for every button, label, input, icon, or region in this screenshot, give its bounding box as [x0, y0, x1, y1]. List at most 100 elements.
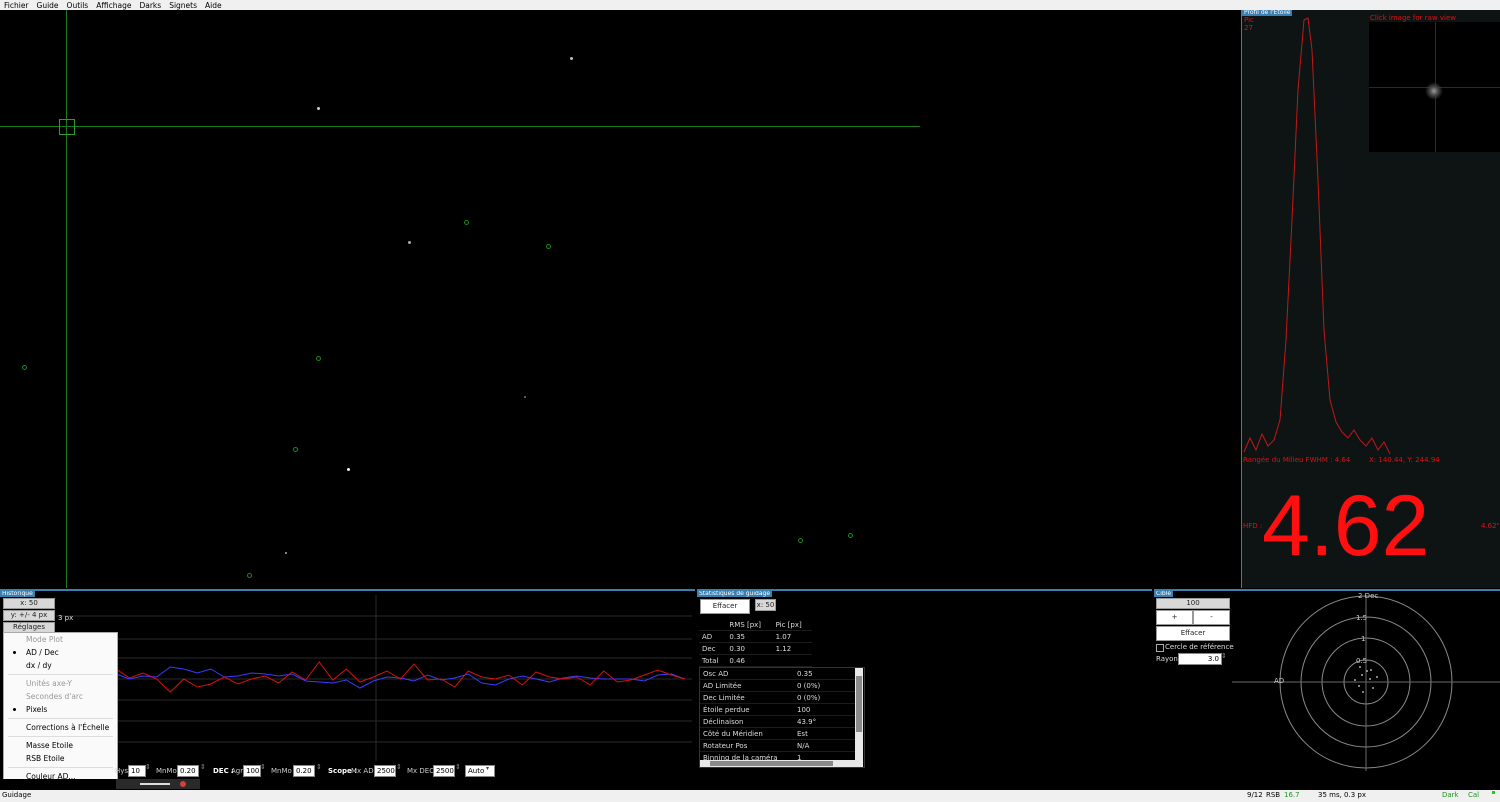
zoom-value[interactable]: 100 [1156, 598, 1230, 609]
ring-label: 1 [1361, 635, 1366, 643]
menu-item-label: Couleur AD... [26, 772, 76, 779]
star [570, 57, 573, 60]
hfd-label: HFD : [1243, 522, 1263, 530]
dec-axis-label: 2 Dec [1358, 592, 1379, 600]
menu-bar: Fichier Guide Outils Affichage Darks Sig… [0, 0, 1500, 10]
menu-item[interactable]: AD / Dec [4, 646, 117, 659]
mnmo-ra-input[interactable]: 0.20 [177, 765, 199, 777]
menu-item-label: Secondes d'arc [26, 692, 83, 701]
menu-item[interactable]: Couleur AD... [4, 770, 117, 779]
table-row: AD 0.35 1.07 [699, 630, 812, 643]
dec-trace [115, 661, 686, 693]
candidate-star [247, 573, 252, 578]
stepper-icon[interactable]: ⇕ [145, 763, 151, 771]
mnmo-ra-label: MnMo [156, 767, 177, 775]
x-scale-button[interactable]: x: 50 [3, 598, 55, 609]
stepper-icon[interactable]: ⇕ [455, 763, 461, 771]
camera-view[interactable] [0, 10, 1239, 588]
menu-darks[interactable]: Darks [135, 1, 165, 10]
zoom-out-button[interactable]: - [1193, 610, 1230, 625]
snr-label: RSB [1266, 791, 1281, 799]
mnmo-dec-input[interactable]: 0.20 [293, 765, 315, 777]
panel-title: Cible [1154, 590, 1174, 597]
max-ra-label: Mx AD [351, 767, 374, 775]
details-grid[interactable]: Osc AD 0.35 AD Limitée 0 (0%) Dec Limitée 0 (… [699, 667, 865, 768]
vertical-scrollbar[interactable] [855, 668, 863, 767]
rms-header: RMS [px] [726, 619, 773, 631]
plot-settings-menu: Mode Plot AD / Dec dx / dy Unités axe-Y Seco… [3, 632, 118, 779]
max-ra-input[interactable]: 2500 [374, 765, 396, 777]
hys-input[interactable]: 10 [128, 765, 146, 777]
radius-input[interactable]: 3.0 [1178, 653, 1222, 665]
max-dec-input[interactable]: 2500 [433, 765, 455, 777]
reference-circle-checkbox[interactable] [1156, 644, 1164, 652]
radius-label: Rayon: [1156, 655, 1181, 663]
candidate-star [798, 538, 803, 543]
star [347, 468, 350, 471]
table-row: Étoile perdue 100 [700, 703, 855, 716]
menu-item-label: Masse Etoile [26, 741, 73, 750]
candidate-star [316, 356, 321, 361]
star [524, 396, 526, 398]
radio-dot-icon [13, 708, 16, 711]
menu-item[interactable]: Pixels [4, 703, 117, 716]
dark-indicator: Dark [1442, 791, 1459, 799]
history-panel: Historique x: 50 y: +/- 4 px Réglages 3 … [0, 589, 695, 779]
stepper-icon[interactable]: ⇕ [316, 763, 322, 771]
menu-aide[interactable]: Aide [201, 1, 226, 10]
record-icon[interactable] [180, 781, 186, 787]
stepper-icon[interactable]: ⇕ [396, 763, 402, 771]
scrollbar-thumb[interactable] [710, 761, 833, 766]
slider-track[interactable] [140, 783, 170, 785]
star [408, 241, 411, 244]
guide-stats-panel: Statistiques de guidage Effacer x: 50 RM… [697, 589, 1152, 779]
zoom-in-button[interactable]: + [1156, 610, 1193, 625]
menu-separator [8, 674, 113, 675]
table-row: Osc AD 0.35 [700, 668, 855, 680]
crosshair-horizontal [0, 126, 920, 127]
stats-x-scale-button[interactable]: x: 50 [755, 599, 776, 611]
menu-separator [8, 767, 113, 768]
menu-item[interactable]: dx / dy [4, 659, 117, 672]
menu-item[interactable]: Masse Etoile [4, 739, 117, 752]
stepper-icon[interactable]: ⇕ [1221, 652, 1227, 660]
y-scale-button[interactable]: y: +/- 4 px [3, 610, 55, 621]
menu-separator [8, 736, 113, 737]
candidate-star [464, 220, 469, 225]
ra-axis-label: AD [1274, 677, 1285, 685]
candidate-star [22, 365, 27, 370]
ra-trace [115, 666, 686, 689]
ring-label: 1.5 [1356, 614, 1368, 622]
menu-affichage[interactable]: Affichage [92, 1, 135, 10]
star [317, 107, 320, 110]
target-panel: Cible 100 + - Effacer Cercle de référenc… [1154, 589, 1500, 779]
hfd-value: 4.62 [1262, 478, 1430, 574]
horizontal-scrollbar[interactable] [700, 760, 855, 767]
candidate-star [848, 533, 853, 538]
menu-signets[interactable]: Signets [165, 1, 201, 10]
menu-outils[interactable]: Outils [63, 1, 93, 10]
table-row: AD Limitée 0 (0%) [700, 679, 855, 692]
star-position-readout: X: 140.44, Y: 244.94 [1369, 456, 1440, 464]
stepper-icon[interactable]: ⇕ [200, 763, 206, 771]
table-row: Dec 0.30 1.12 [699, 642, 812, 655]
chevron-down-icon[interactable]: ▾ [486, 765, 489, 772]
agr-input[interactable]: 100 [243, 765, 261, 777]
menu-fichier[interactable]: Fichier [0, 1, 33, 10]
menu-item[interactable]: Corrections à l'Échelle [4, 721, 117, 734]
ring-label: 0.5 [1356, 657, 1368, 665]
clear-stats-button[interactable]: Effacer [700, 599, 750, 614]
reference-circle-label: Cercle de référence [1165, 643, 1234, 651]
menu-item[interactable]: RSB Etoile [4, 752, 117, 765]
table-row: Total 0.46 [699, 654, 812, 667]
clear-target-button[interactable]: Effacer [1156, 626, 1230, 641]
menu-item: Unités axe-Y [4, 677, 117, 690]
scrollbar-thumb[interactable] [856, 676, 862, 732]
menu-guide[interactable]: Guide [33, 1, 63, 10]
menu-item-label: Corrections à l'Échelle [26, 723, 110, 732]
algorithm-select[interactable]: Auto [465, 765, 495, 777]
stepper-icon[interactable]: ⇕ [260, 763, 266, 771]
table-row: Rotateur Pos N/A [700, 739, 855, 752]
menu-item-label: Mode Plot [26, 635, 63, 644]
rms-table: RMS [px] Pic [px] AD 0.35 1.07 Dec 0.30 1.12 … [699, 619, 812, 667]
